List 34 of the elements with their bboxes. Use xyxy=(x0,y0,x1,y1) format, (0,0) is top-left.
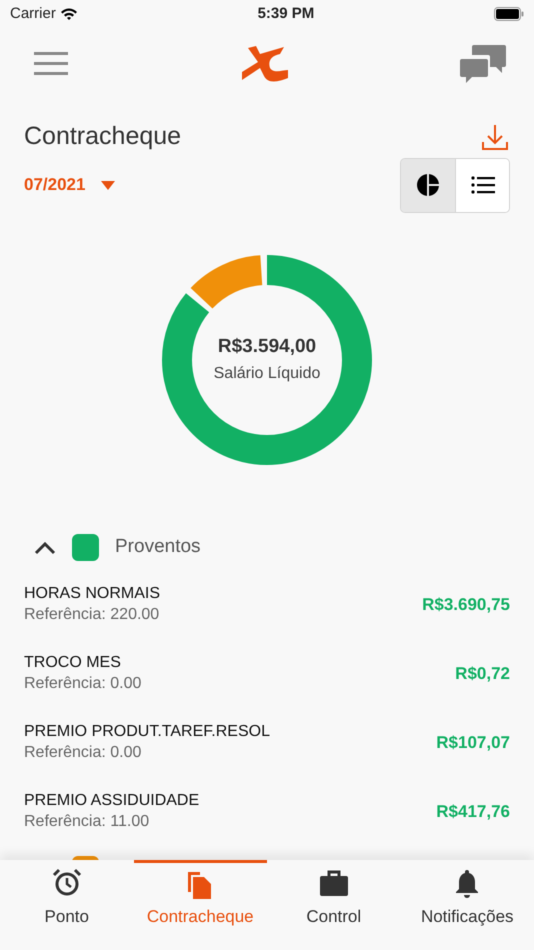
chat-icon[interactable] xyxy=(460,44,506,84)
item-name: HORAS NORMAIS xyxy=(24,584,160,604)
item-name: TROCO MES xyxy=(24,653,122,674)
list-view-button[interactable] xyxy=(455,158,509,212)
chevron-up-icon[interactable] xyxy=(34,540,56,554)
chart-view-button[interactable] xyxy=(401,158,455,212)
item-reference: Referência: 220.00 xyxy=(24,605,160,625)
tab-bar-item[interactable]: Contracheque xyxy=(134,860,267,950)
item-reference: Referência: 0.00 xyxy=(24,743,142,763)
carrier-text: Carrier xyxy=(10,4,56,24)
period-selector[interactable]: 07/2021 xyxy=(24,172,116,198)
tab-bar-item[interactable]: Ponto xyxy=(0,860,134,950)
menu-icon[interactable] xyxy=(34,51,70,77)
clock-text: 5:39 PM xyxy=(258,4,314,24)
item-name: PREMIO ASSIDUIDADE xyxy=(24,791,200,812)
logo-icon xyxy=(240,44,290,84)
item-amount: R$3.690,75 xyxy=(422,594,510,616)
battery-icon xyxy=(494,7,524,21)
tab-bar-item[interactable]: Notificações xyxy=(400,860,534,950)
net-amount: R$3.594,00 xyxy=(218,335,316,360)
caret-icon xyxy=(101,180,116,190)
page-title: Contracheque xyxy=(24,121,182,152)
item-reference: Referência: 11.00 xyxy=(24,812,150,832)
pie-chart-icon xyxy=(416,173,440,197)
item-reference: Referência: 0.00 xyxy=(24,674,142,694)
section-title: Proventos xyxy=(115,535,201,560)
net-label: Salário Líquido xyxy=(214,364,320,384)
item-name: PREMIO PRODUT.TAREF.RESOL xyxy=(24,722,270,742)
list-icon xyxy=(470,175,494,195)
item-amount: R$0,72 xyxy=(455,663,510,686)
wifi-icon xyxy=(60,7,78,21)
item-amount: R$107,07 xyxy=(436,732,510,754)
tab-bar-item[interactable]: Control xyxy=(267,860,400,950)
item-amount: R$417,76 xyxy=(436,801,510,824)
